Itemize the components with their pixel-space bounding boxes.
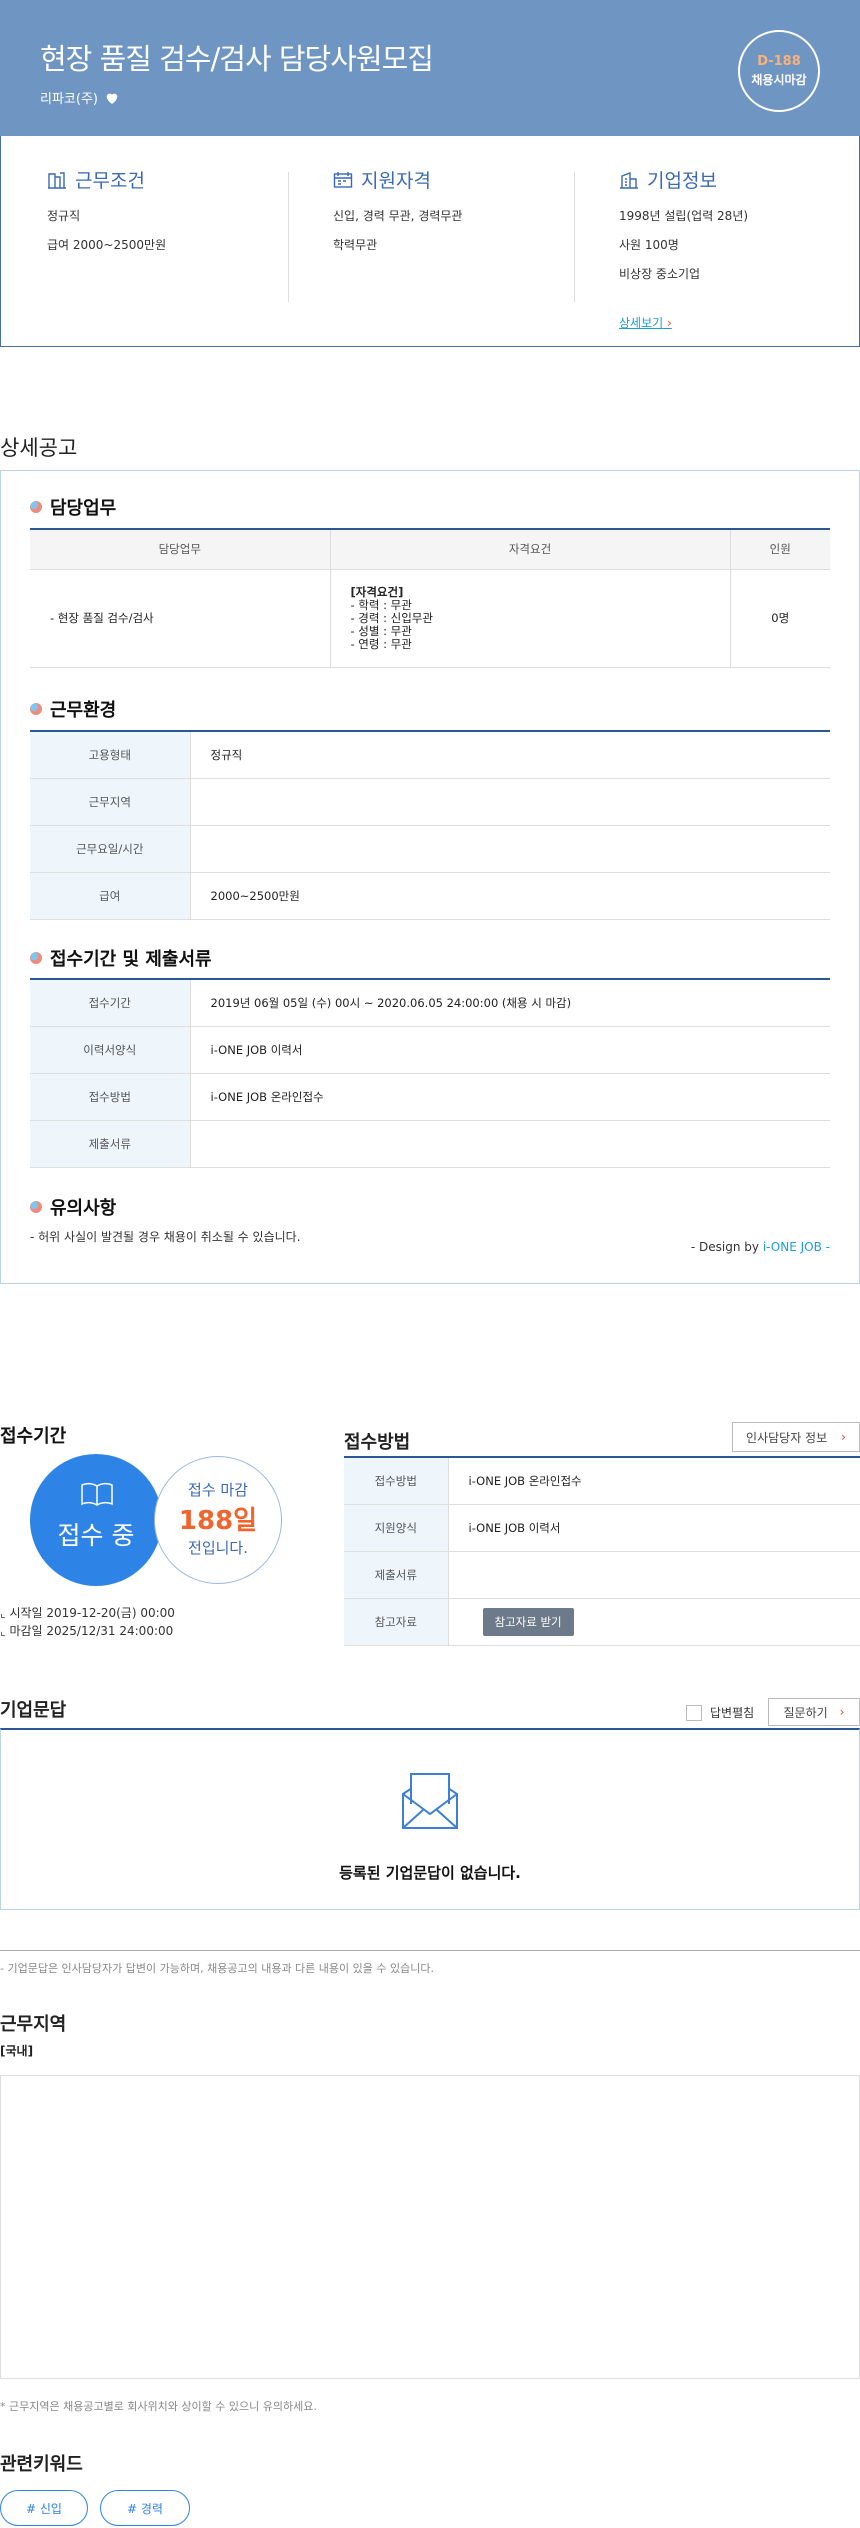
work-type: 정규직	[47, 209, 81, 223]
bullet-dot-icon	[30, 501, 42, 513]
checkbox-icon[interactable]	[686, 1704, 702, 1721]
ask-question-button[interactable]: 질문하기 ›	[768, 1698, 860, 1726]
divider	[0, 1950, 860, 1951]
office-icon	[620, 171, 638, 189]
deadline-suffix: 전입니다.	[188, 1539, 248, 1557]
table-row: 지원양식 i-ONE JOB 이력서	[344, 1504, 860, 1552]
method-title: 접수방법	[344, 1432, 411, 1453]
qualifications-title: 지원자격	[361, 170, 431, 192]
qual-career: 신입, 경력 무관, 경력무관	[333, 209, 463, 223]
qa-note: - 기업문답은 인사담당자가 답변이 가능하며, 채용공고의 내용과 다른 내용…	[0, 1962, 434, 1975]
work-salary: 급여 2000~2500만원	[47, 238, 167, 252]
table-row: 고용형태 정규직	[30, 731, 830, 779]
keyword-tag[interactable]: # 신입	[0, 2490, 88, 2526]
design-credit: - Design by i-ONE JOB -	[690, 1240, 830, 1254]
download-reference-button[interactable]: 참고자료 받기	[482, 1607, 574, 1636]
qual-education: 학력무관	[333, 238, 378, 252]
company-name[interactable]: 리파코(주)	[40, 88, 98, 107]
work-conditions-title: 근무조건	[75, 170, 145, 192]
status-text: 접수 중	[57, 1521, 135, 1550]
bullet-dot-icon	[30, 1201, 42, 1213]
end-date: 마감일 2025/12/31 24:00:00	[0, 1622, 175, 1640]
table-row: 참고자료 참고자료 받기	[344, 1598, 860, 1646]
env-heading: 근무환경	[30, 696, 116, 722]
expand-answers-checkbox[interactable]: 답변펼침	[686, 1704, 754, 1721]
bullet-dot-icon	[30, 952, 42, 964]
table-row: 제출서류	[30, 1120, 830, 1168]
company-type: 비상장 중소기업	[619, 267, 701, 281]
work-conditions: 근무조건 정규직 급여 2000~2500만원	[47, 166, 287, 265]
location-note: * 근무지역은 채용공고별로 회사위치와 상이할 수 있으니 유의하세요.	[0, 2400, 317, 2413]
company-detail-link[interactable]: 상세보기 ›	[619, 314, 672, 331]
dday-badge: D-188 채용시마감	[738, 30, 820, 112]
company-founded: 1998년 설립(업력 28년)	[619, 209, 749, 223]
table-row: 접수방법 i-ONE JOB 온라인접수	[30, 1073, 830, 1121]
chevron-right-icon: ›	[841, 1430, 846, 1444]
company-info-title: 기업정보	[647, 170, 717, 192]
bullet-dot-icon	[30, 703, 42, 715]
apply-heading: 접수기간 및 제출서류	[30, 945, 212, 971]
table-row: 근무지역	[30, 778, 830, 826]
duty-req: [자격요건] - 학력 : 무관 - 경력 : 신입무관 - 성별 : 무관 -…	[330, 569, 731, 668]
dday-label: 채용시마감	[751, 73, 807, 87]
env-table: 고용형태 정규직 근무지역 근무요일/시간 급여 2000~2500만원	[30, 730, 830, 920]
envelope-icon	[402, 1773, 458, 1829]
dday-count: D-188	[757, 54, 801, 69]
keyword-tag[interactable]: # 경력	[100, 2490, 190, 2526]
company-info: 기업정보 1998년 설립(업력 28년) 사원 100명 비상장 중소기업 상…	[619, 166, 859, 331]
table-row: 이력서양식 i-ONE JOB 이력서	[30, 1026, 830, 1074]
location-sub: [국내]	[0, 2044, 34, 2058]
start-date: 시작일 2019-12-20(금) 00:00	[0, 1604, 174, 1622]
deadline-circle: 접수 마감 188일 전입니다.	[154, 1456, 282, 1584]
duty-count: 0명	[730, 569, 830, 668]
building-icon	[48, 171, 66, 189]
table-row: 접수기간 2019년 06월 05일 (수) 00시 ~ 2020.06.05 2…	[30, 979, 830, 1027]
book-icon	[81, 1482, 113, 1506]
map-area[interactable]	[0, 2075, 860, 2379]
qualifications: 지원자격 신입, 경력 무관, 경력무관 학력무관	[333, 166, 573, 265]
summary-box: 근무조건 정규직 급여 2000~2500만원 지원자격 신입, 경력 무관, …	[0, 136, 860, 347]
period-dates: 시작일 2019-12-20(금) 00:00 마감일 2025/12/31 2…	[0, 1604, 175, 1640]
qa-title: 기업문답	[0, 1700, 67, 1721]
detail-section-title: 상세공고	[0, 436, 78, 460]
calendar-icon	[333, 171, 353, 188]
duty-header-req: 자격요건	[330, 529, 731, 570]
table-row: 제출서류	[344, 1551, 860, 1599]
location-title: 근무지역	[0, 2014, 67, 2035]
company-name-row: 리파코(주)	[40, 88, 120, 107]
deadline-label: 접수 마감	[188, 1481, 248, 1499]
apply-table: 접수기간 2019년 06월 05일 (수) 00시 ~ 2020.06.05 2…	[30, 978, 830, 1168]
divider	[574, 172, 575, 302]
deadline-days: 188일	[178, 1506, 258, 1536]
duty-heading: 담당업무	[30, 494, 116, 520]
keywords-title: 관련키워드	[0, 2454, 83, 2475]
table-row: 근무요일/시간	[30, 825, 830, 873]
table-row: 접수방법 i-ONE JOB 온라인접수	[344, 1457, 860, 1505]
duty-task: - 현장 품질 검수/검사	[30, 569, 331, 668]
duty-table: 담당업무 자격요건 인원 - 현장 품질 검수/검사 [자격요건] - 학력 :…	[30, 528, 830, 668]
table-row: 급여 2000~2500만원	[30, 872, 830, 920]
company-employees: 사원 100명	[619, 238, 679, 252]
qa-empty-box: 등록된 기업문답이 없습니다.	[0, 1728, 860, 1910]
divider	[288, 172, 289, 302]
method-table: 접수방법 i-ONE JOB 온라인접수 지원양식 i-ONE JOB 이력서 제출…	[344, 1456, 860, 1646]
notice-heading: 유의사항	[30, 1194, 116, 1220]
notice-text: - 허위 사실이 발견될 경우 채용이 취소될 수 있습니다.	[30, 1230, 301, 1244]
hr-info-button[interactable]: 인사담당자 정보 ›	[732, 1422, 860, 1452]
chevron-right-icon: ›	[839, 1705, 845, 1719]
status-circle: 접수 중	[30, 1454, 162, 1586]
qa-empty-text: 등록된 기업문답이 없습니다.	[339, 1864, 521, 1882]
duty-header-count: 인원	[730, 529, 830, 570]
table-row: - 현장 품질 검수/검사 [자격요건] - 학력 : 무관 - 경력 : 신입…	[30, 569, 830, 668]
job-header: 현장 품질 검수/검사 담당사원모집 리파코(주) D-188 채용시마감	[0, 0, 860, 136]
heart-icon[interactable]	[104, 90, 120, 106]
period-title: 접수기간	[0, 1426, 67, 1447]
duty-header-task: 담당업무	[30, 529, 331, 570]
job-title: 현장 품질 검수/검사 담당사원모집	[40, 42, 434, 76]
